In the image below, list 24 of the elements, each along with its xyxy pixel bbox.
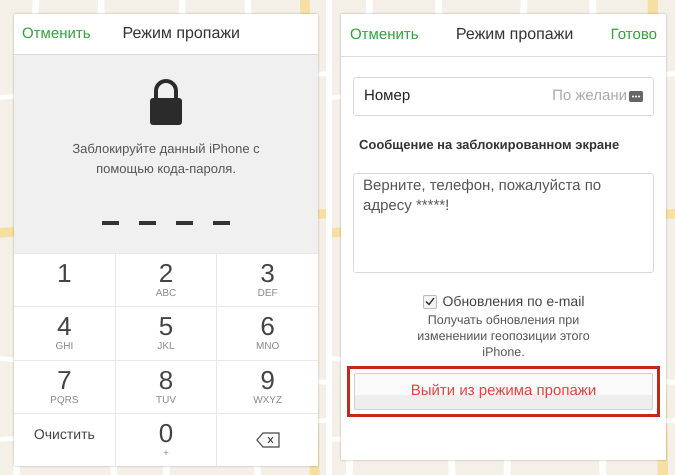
message-field[interactable]: Верните, телефон, пожалуйста по адресу *****! (353, 173, 654, 273)
panel-title: Режим пропажи (122, 24, 240, 44)
keypad-key[interactable]: 5 JKL (116, 307, 216, 360)
keypad-key[interactable]: 3 DEF (217, 254, 318, 306)
number-field[interactable]: Номер По желани (353, 77, 654, 116)
keypad-key[interactable]: 1 (14, 254, 115, 306)
autofill-icon (629, 91, 643, 102)
clear-button[interactable]: Очистить (14, 414, 115, 466)
keypad-key[interactable]: 9 WXYZ (217, 360, 318, 413)
instruction-text: Заблокируйте данный iPhone с помощью кода-пароля. (71, 140, 261, 178)
exit-lost-mode-button[interactable]: Выйти из режима пропажи (354, 373, 653, 410)
email-checkbox[interactable] (422, 294, 437, 308)
padlock-icon (148, 79, 184, 125)
keypad-key[interactable]: 8 TUV (116, 360, 216, 413)
keypad-key[interactable]: 2 ABC (116, 254, 216, 306)
message-label: Сообщение на заблокированном экране (358, 136, 620, 154)
keypad-key[interactable]: 7 PQRS (14, 360, 115, 413)
panel-title: Режим пропажи (456, 25, 574, 45)
checkbox-label: Обновления по e-mail (442, 292, 584, 311)
keypad-key[interactable]: 0 + (116, 414, 216, 466)
email-description: Получать обновления при изменениии геопозиции этого iPhone. (416, 312, 591, 360)
keypad-key[interactable]: 4 GHI (14, 307, 115, 360)
backspace-icon (256, 432, 280, 448)
keypad-key[interactable]: 6 MNO (217, 307, 318, 360)
